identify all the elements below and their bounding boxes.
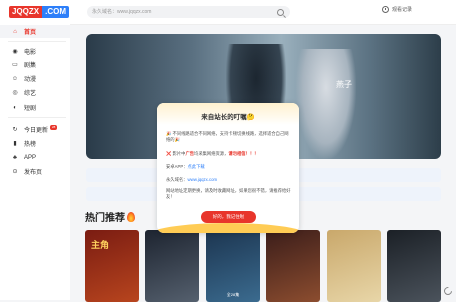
update-count-badge: 28 — [50, 124, 58, 130]
home-icon: ⌂ — [13, 28, 17, 35]
ads-word: 广告 — [185, 151, 195, 156]
theme-toggle-icon[interactable] — [442, 285, 454, 297]
sidebar-item-label: 今日更新 — [24, 128, 49, 134]
sidebar-item-label: APP — [24, 154, 37, 161]
short-drama-icon: ◐ — [13, 104, 17, 111]
sidebar-item-series[interactable]: ▭ 剧集 — [0, 58, 70, 71]
sidebar-divider — [8, 117, 66, 118]
link-icon: ⊙ — [12, 169, 18, 175]
sidebar-item-home[interactable]: ⌂ 首页 — [0, 25, 70, 38]
ads-middle: 均采集网络资源， — [194, 151, 229, 156]
poster-title: 主角 — [91, 240, 110, 250]
confirm-button[interactable]: 好的，我记住啦 — [201, 211, 256, 223]
ads-warning: 请勿相信！！！ — [228, 151, 259, 156]
fire-icon — [127, 211, 135, 222]
ads-prefix: ❌ 影片中 — [166, 151, 186, 156]
poster-card[interactable] — [145, 230, 199, 302]
app-icon: ♣ — [13, 154, 17, 161]
app-download-link[interactable]: 点此下载 — [188, 164, 205, 169]
notice-modal: 来自站长的叮嘱🤔 🎉 不同线路适合不同网络，支持卡顿切换线路，选择适合自己网络的… — [157, 103, 299, 233]
modal-title: 来自站长的叮嘱🤔 — [201, 114, 255, 121]
site-logo[interactable]: JQQZX .COM — [9, 6, 70, 18]
sidebar-item-label: 动漫 — [24, 77, 37, 83]
sidebar-item-label: 发布页 — [24, 170, 43, 176]
poster-card[interactable]: 全28集 — [206, 230, 260, 302]
poster-card[interactable] — [387, 230, 441, 302]
sidebar-item-label: 热榜 — [24, 142, 37, 148]
banner-title: 燕子 — [336, 80, 352, 89]
top-bar: JQQZX .COM 永久域名：www.jqqzx.com 观看记录 — [0, 0, 456, 25]
sidebar-item-label: 短剧 — [24, 106, 37, 112]
tv-icon: ▭ — [12, 62, 18, 68]
sidebar-item-movie[interactable]: ◉ 电影 — [0, 45, 70, 58]
refresh-icon: ↻ — [12, 127, 18, 133]
sidebar-item-label: 综艺 — [24, 91, 37, 97]
banner-figure-female — [296, 49, 356, 159]
modal-line-domain: 永久域名：www.jqqzx.com — [166, 177, 292, 183]
sidebar-item-ranking[interactable]: ▮ 热榜 — [0, 137, 70, 150]
modal-line-ads: ❌ 影片中广告均采集网络资源，请勿相信！！！ — [166, 151, 292, 157]
history-button[interactable]: 观看记录 — [382, 6, 412, 13]
modal-line-routes: 🎉 不同线路适合不同网络，支持卡顿切换线路，选择适合自己网络的🎉 — [166, 131, 289, 142]
poster-card[interactable]: 主角 — [85, 230, 139, 302]
sidebar-item-today-updates[interactable]: ↻ 今日更新 28 — [0, 123, 70, 136]
film-icon: ◉ — [12, 49, 18, 55]
sidebar-item-publish[interactable]: ⊙ 发布页 — [0, 165, 70, 178]
sidebar-item-app[interactable]: ♣ APP — [0, 151, 70, 164]
sidebar-divider — [8, 41, 66, 42]
hot-section-title: 热门推荐 — [85, 209, 135, 224]
search-placeholder: 永久域名：www.jqqzx.com — [92, 9, 152, 15]
history-label: 观看记录 — [392, 7, 413, 13]
search-input[interactable]: 永久域名：www.jqqzx.com — [87, 6, 290, 18]
poster-episode: 全28集 — [226, 292, 240, 297]
modal-line-bookmark: 网站地址定期更换，请及时收藏网址，如果您很不错，请推荐给好友！ — [166, 188, 291, 199]
sidebar-item-short-drama[interactable]: ◐ 短剧 — [0, 101, 70, 114]
modal-line-app: 安卓APP：点此下载 — [166, 164, 292, 170]
domain-link[interactable]: www.jqqzx.com — [187, 177, 217, 182]
logo-text: JQQZX — [9, 6, 43, 18]
sidebar-item-label: 电影 — [24, 50, 37, 56]
sidebar-item-label: 首页 — [24, 30, 37, 36]
domain-label: 永久域名： — [166, 177, 188, 182]
search-icon[interactable] — [277, 9, 284, 16]
poster-card[interactable] — [266, 230, 320, 302]
sidebar-item-variety[interactable]: ◎ 综艺 — [0, 86, 70, 99]
sidebar-item-anime[interactable]: ☺ 动漫 — [0, 72, 70, 85]
sidebar-item-label: 剧集 — [24, 63, 37, 69]
app-label: 安卓APP： — [166, 164, 188, 169]
clock-icon — [382, 6, 389, 13]
variety-icon: ◎ — [12, 90, 18, 96]
modal-decoration — [157, 223, 299, 233]
poster-card[interactable] — [327, 230, 381, 302]
logo-domain: .COM — [42, 6, 70, 18]
ranking-icon: ▮ — [13, 141, 17, 147]
sidebar: ⌂ 首页 ◉ 电影 ▭ 剧集 ☺ 动漫 ◎ 综艺 ◐ 短剧 ↻ 今日更新 28 … — [0, 24, 70, 300]
anime-icon: ☺ — [11, 75, 19, 82]
hot-title-text: 热门推荐 — [85, 213, 125, 224]
